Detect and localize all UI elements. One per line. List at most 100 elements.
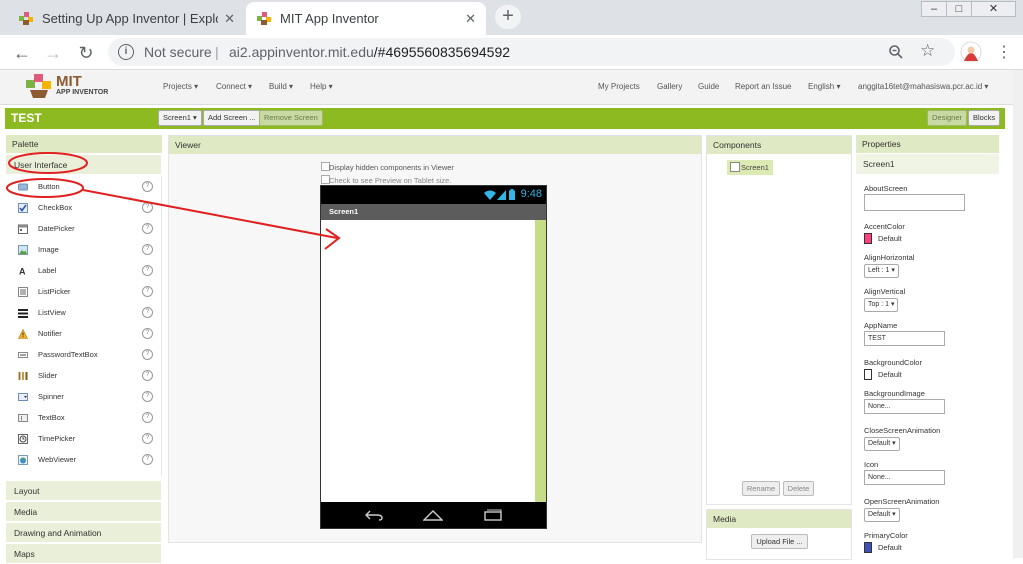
help-icon[interactable]: ? bbox=[142, 454, 153, 465]
designer-button[interactable]: Designer bbox=[927, 110, 968, 126]
profile-avatar-icon[interactable] bbox=[960, 41, 982, 63]
help-icon[interactable]: ? bbox=[142, 391, 153, 402]
logo-subtitle: APP INVENTOR bbox=[56, 89, 109, 96]
palette-item-button[interactable]: Button ? bbox=[6, 176, 161, 197]
account-menu[interactable]: anggita16tet@mahasiswa.pcr.ac.id ▾ bbox=[858, 82, 988, 91]
help-icon[interactable]: ? bbox=[142, 223, 153, 234]
tab-close-icon[interactable]: ✕ bbox=[465, 11, 476, 27]
help-icon[interactable]: ? bbox=[142, 307, 153, 318]
image-icon bbox=[18, 245, 28, 255]
palette-item-notifier[interactable]: Notifier ? bbox=[6, 323, 161, 344]
zoom-icon[interactable] bbox=[888, 44, 904, 60]
back-arrow-icon[interactable]: ← bbox=[12, 43, 32, 64]
page-scrollbar[interactable] bbox=[1013, 70, 1023, 558]
reload-icon[interactable]: ↻ bbox=[76, 43, 96, 64]
screen-select[interactable]: Screen1 ▾ bbox=[158, 110, 202, 126]
category-media[interactable]: Media bbox=[6, 502, 161, 522]
address-bar[interactable]: i Not secure | ai2.appinventor.mit.edu/#… bbox=[108, 38, 955, 66]
rename-button[interactable]: Rename bbox=[742, 481, 780, 496]
accent-color-swatch[interactable] bbox=[864, 233, 872, 244]
tab-setting-up-app-inventor[interactable]: Setting Up App Inventor | Explore ✕ bbox=[8, 2, 245, 35]
more-menu-icon[interactable]: ⋮ bbox=[996, 42, 1012, 62]
palette-item-listpicker[interactable]: ListPicker ? bbox=[6, 281, 161, 302]
help-icon[interactable]: ? bbox=[142, 286, 153, 297]
palette-item-webviewer[interactable]: WebViewer ? bbox=[6, 449, 161, 470]
help-icon[interactable]: ? bbox=[142, 244, 153, 255]
url-text[interactable]: ai2.appinventor.mit.edu/#469556083569459… bbox=[229, 44, 510, 60]
close-window-button[interactable]: ✕ bbox=[971, 1, 1016, 17]
tab-close-icon[interactable]: ✕ bbox=[224, 11, 235, 27]
forward-arrow-icon[interactable]: → bbox=[43, 43, 63, 64]
minimize-button[interactable]: – bbox=[921, 1, 947, 17]
help-icon[interactable]: ? bbox=[142, 412, 153, 423]
accent-color-value[interactable]: Default bbox=[878, 234, 902, 243]
menu-build[interactable]: Build ▾ bbox=[269, 82, 293, 91]
blocks-button[interactable]: Blocks bbox=[968, 110, 1001, 126]
background-color-swatch[interactable] bbox=[864, 369, 872, 380]
palette-item-image[interactable]: Image ? bbox=[6, 239, 161, 260]
help-icon[interactable]: ? bbox=[142, 202, 153, 213]
new-tab-button[interactable]: + bbox=[495, 5, 521, 29]
viewer-header: Viewer bbox=[169, 136, 701, 154]
home-nav-icon bbox=[423, 510, 443, 521]
delete-button[interactable]: Delete bbox=[783, 481, 814, 496]
warning-icon bbox=[18, 329, 28, 339]
checkbox-icon bbox=[18, 203, 28, 213]
help-icon[interactable]: ? bbox=[142, 328, 153, 339]
menu-projects[interactable]: Projects ▾ bbox=[163, 82, 198, 91]
menu-help[interactable]: Help ▾ bbox=[310, 82, 333, 91]
palette-item-label[interactable]: A Label ? bbox=[6, 260, 161, 281]
category-user-interface[interactable]: User Interface bbox=[6, 155, 161, 175]
remove-screen-button[interactable]: Remove Screen bbox=[259, 110, 323, 126]
background-color-value[interactable]: Default bbox=[878, 370, 902, 379]
prop-background-color-label: BackgroundColor bbox=[864, 358, 922, 367]
palette-item-timepicker[interactable]: TimePicker ? bbox=[6, 428, 161, 449]
help-icon[interactable]: ? bbox=[142, 181, 153, 192]
palette-item-passwordtextbox[interactable]: PasswordTextBox ? bbox=[6, 344, 161, 365]
align-vertical-dropdown[interactable]: Top : 1 ▾ bbox=[864, 298, 899, 312]
open-animation-dropdown[interactable]: Default ▾ bbox=[864, 508, 900, 522]
background-image-input[interactable]: None... bbox=[864, 399, 945, 414]
help-icon[interactable]: ? bbox=[142, 265, 153, 276]
about-screen-textarea[interactable] bbox=[864, 194, 965, 211]
app-inventor-logo-icon[interactable] bbox=[24, 72, 54, 100]
help-icon[interactable]: ? bbox=[142, 433, 153, 444]
info-icon[interactable]: i bbox=[118, 44, 134, 60]
icon-input[interactable]: None... bbox=[864, 470, 945, 485]
screen-icon bbox=[730, 162, 740, 172]
palette-item-label: WebViewer bbox=[38, 455, 77, 464]
help-icon[interactable]: ? bbox=[142, 370, 153, 381]
close-animation-dropdown[interactable]: Default ▾ bbox=[864, 437, 900, 451]
palette-item-listview[interactable]: ListView ? bbox=[6, 302, 161, 323]
properties-header: Properties bbox=[856, 135, 999, 153]
link-my-projects[interactable]: My Projects bbox=[598, 82, 640, 91]
prop-accent-color-label: AccentColor bbox=[864, 222, 905, 231]
primary-color-swatch[interactable] bbox=[864, 542, 872, 553]
menu-connect[interactable]: Connect ▾ bbox=[216, 82, 252, 91]
align-horizontal-dropdown[interactable]: Left : 1 ▾ bbox=[864, 264, 899, 278]
category-drawing-animation[interactable]: Drawing and Animation bbox=[6, 523, 161, 543]
language-select[interactable]: English ▾ bbox=[808, 82, 840, 91]
palette-item-spinner[interactable]: Spinner ? bbox=[6, 386, 161, 407]
bookmark-star-icon[interactable]: ☆ bbox=[920, 41, 935, 61]
palette-item-label: ListPicker bbox=[38, 287, 71, 296]
category-layout[interactable]: Layout bbox=[6, 481, 161, 501]
primary-color-value[interactable]: Default bbox=[878, 543, 902, 552]
upload-file-button[interactable]: Upload File ... bbox=[751, 534, 808, 549]
link-report-issue[interactable]: Report an Issue bbox=[735, 82, 791, 91]
app-name-input[interactable]: TEST bbox=[864, 331, 945, 346]
palette-item-checkbox[interactable]: CheckBox ? bbox=[6, 197, 161, 218]
palette-item-datepicker[interactable]: DatePicker ? bbox=[6, 218, 161, 239]
password-icon bbox=[18, 352, 28, 358]
link-gallery[interactable]: Gallery bbox=[657, 82, 682, 91]
link-guide[interactable]: Guide bbox=[698, 82, 719, 91]
help-icon[interactable]: ? bbox=[142, 349, 153, 360]
palette-item-slider[interactable]: Slider ? bbox=[6, 365, 161, 386]
category-maps[interactable]: Maps bbox=[6, 544, 161, 564]
maximize-button[interactable]: □ bbox=[946, 1, 972, 17]
tab-title: MIT App Inventor bbox=[280, 11, 379, 26]
add-screen-button[interactable]: Add Screen ... bbox=[203, 110, 261, 126]
palette-item-textbox[interactable]: I TextBox ? bbox=[6, 407, 161, 428]
phone-preview[interactable]: 9:48 Screen1 bbox=[320, 185, 547, 529]
tab-mit-app-inventor[interactable]: MIT App Inventor ✕ bbox=[246, 2, 486, 35]
